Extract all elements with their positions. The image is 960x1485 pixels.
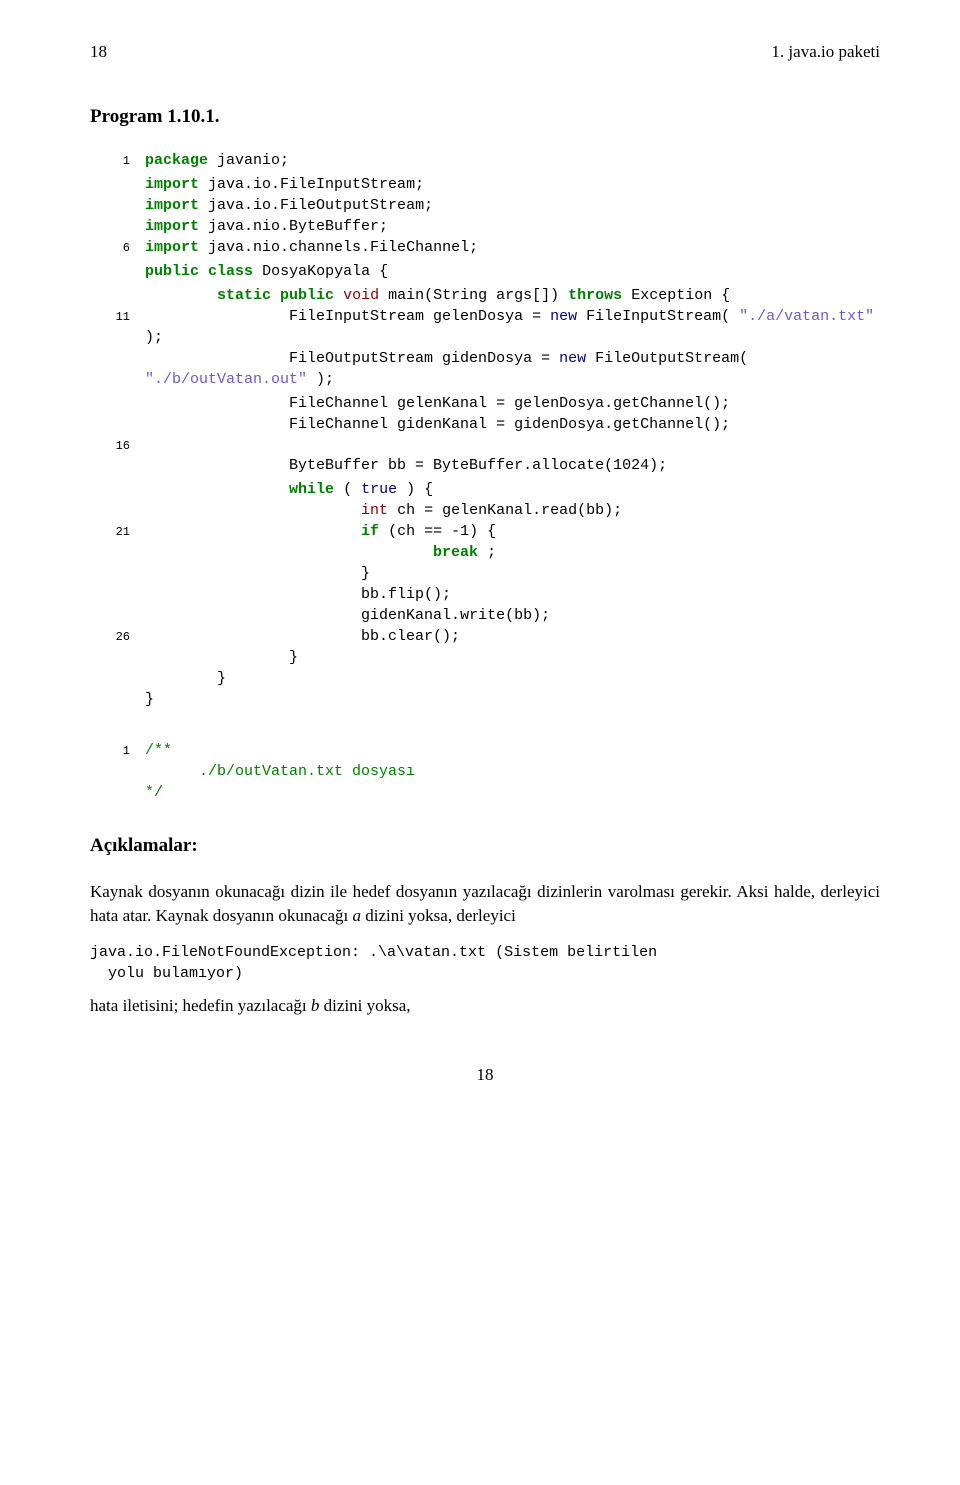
- code-text: bb.clear();: [145, 626, 460, 647]
- code-text: if (ch == -1) {: [145, 521, 496, 542]
- line-number: [90, 647, 145, 668]
- code-line: 11 FileInputStream gelenDosya = new File…: [90, 306, 880, 348]
- line-number: [90, 782, 145, 803]
- code-text: package javanio;: [145, 150, 289, 171]
- code-text: while ( true ) {: [145, 479, 433, 500]
- code-text: import java.nio.channels.FileChannel;: [145, 237, 478, 258]
- line-number: 21: [90, 521, 145, 542]
- line-number: [90, 348, 145, 390]
- code-text: FileChannel gelenKanal = gelenDosya.getC…: [145, 393, 730, 414]
- code-text: }: [145, 647, 298, 668]
- para2-text-a: hata iletisini; hedefin yazılacağı: [90, 996, 311, 1015]
- section-heading: Açıklamalar:: [90, 833, 880, 860]
- code-text: import java.io.FileOutputStream;: [145, 195, 433, 216]
- line-number: 1: [90, 150, 145, 171]
- para2-text-b: dizini yoksa,: [319, 996, 410, 1015]
- code-line: import java.nio.ByteBuffer;: [90, 216, 880, 237]
- code-line: import java.io.FileInputStream;: [90, 174, 880, 195]
- code-line: gidenKanal.write(bb);: [90, 605, 880, 626]
- line-number: [90, 542, 145, 563]
- line-number: [90, 195, 145, 216]
- line-number: 1: [90, 740, 145, 761]
- code-listing-main: 1package javanio; import java.io.FileInpu…: [90, 150, 880, 710]
- code-text: static public void main(String args[]) t…: [145, 285, 730, 306]
- paragraph-1: Kaynak dosyanın okunacağı dizin ile hede…: [90, 880, 880, 928]
- line-number: [90, 605, 145, 626]
- line-number: [90, 393, 145, 414]
- line-number: 16: [90, 435, 145, 455]
- code-listing-comment: 1/** ./b/outVatan.txt dosyası*/: [90, 740, 880, 803]
- line-number: [90, 414, 145, 435]
- code-text: public class DosyaKopyala {: [145, 261, 388, 282]
- code-line: }: [90, 647, 880, 668]
- code-line: static public void main(String args[]) t…: [90, 285, 880, 306]
- code-line: ./b/outVatan.txt dosyası: [90, 761, 880, 782]
- line-number: [90, 500, 145, 521]
- code-text: }: [145, 563, 370, 584]
- code-text: bb.flip();: [145, 584, 451, 605]
- line-number: 26: [90, 626, 145, 647]
- code-line: FileChannel gelenKanal = gelenDosya.getC…: [90, 393, 880, 414]
- code-line: break ;: [90, 542, 880, 563]
- line-number: [90, 285, 145, 306]
- page-number-bottom: 18: [90, 1063, 880, 1087]
- line-number: [90, 584, 145, 605]
- chapter-title: 1. java.io paketi: [771, 40, 880, 64]
- line-number: [90, 216, 145, 237]
- code-line: import java.io.FileOutputStream;: [90, 195, 880, 216]
- line-number: [90, 668, 145, 689]
- code-text: FileOutputStream gidenDosya = new FileOu…: [145, 348, 880, 390]
- code-line: }: [90, 563, 880, 584]
- code-text: */: [145, 782, 163, 803]
- code-line: public class DosyaKopyala {: [90, 261, 880, 282]
- code-line: }: [90, 689, 880, 710]
- code-line: 26 bb.clear();: [90, 626, 880, 647]
- code-line: 21 if (ch == -1) {: [90, 521, 880, 542]
- page-number-top: 18: [90, 40, 107, 64]
- line-number: [90, 689, 145, 710]
- error-output: java.io.FileNotFoundException: .\a\vatan…: [90, 942, 880, 984]
- code-line: }: [90, 668, 880, 689]
- code-text: ./b/outVatan.txt dosyası: [145, 761, 415, 782]
- program-title: Program 1.10.1.: [90, 104, 880, 131]
- code-text: int ch = gelenKanal.read(bb);: [145, 500, 622, 521]
- line-number: [90, 479, 145, 500]
- code-text: }: [145, 668, 226, 689]
- code-line: while ( true ) {: [90, 479, 880, 500]
- page-header: 18 1. java.io paketi: [90, 40, 880, 64]
- code-line: FileChannel gidenKanal = gidenDosya.getC…: [90, 414, 880, 435]
- code-text: ByteBuffer bb = ByteBuffer.allocate(1024…: [145, 455, 667, 476]
- paragraph-2: hata iletisini; hedefin yazılacağı b diz…: [90, 994, 880, 1018]
- code-line: ByteBuffer bb = ByteBuffer.allocate(1024…: [90, 455, 880, 476]
- code-line: bb.flip();: [90, 584, 880, 605]
- code-text: import java.nio.ByteBuffer;: [145, 216, 388, 237]
- code-text: gidenKanal.write(bb);: [145, 605, 550, 626]
- code-line: FileOutputStream gidenDosya = new FileOu…: [90, 348, 880, 390]
- code-text: import java.io.FileInputStream;: [145, 174, 424, 195]
- code-text: /**: [145, 740, 172, 761]
- line-number: [90, 761, 145, 782]
- line-number: [90, 455, 145, 476]
- line-number: [90, 261, 145, 282]
- code-line: int ch = gelenKanal.read(bb);: [90, 500, 880, 521]
- code-line: 16: [90, 435, 880, 455]
- line-number: [90, 563, 145, 584]
- code-text: break ;: [145, 542, 496, 563]
- line-number: 6: [90, 237, 145, 258]
- code-line: 1/**: [90, 740, 880, 761]
- code-text: }: [145, 689, 154, 710]
- line-number: 11: [90, 306, 145, 348]
- para1-italic: a: [352, 906, 361, 925]
- code-text: FileInputStream gelenDosya = new FileInp…: [145, 306, 880, 348]
- code-text: FileChannel gidenKanal = gidenDosya.getC…: [145, 414, 730, 435]
- code-line: 6import java.nio.channels.FileChannel;: [90, 237, 880, 258]
- code-line: */: [90, 782, 880, 803]
- line-number: [90, 174, 145, 195]
- code-line: 1package javanio;: [90, 150, 880, 171]
- para1-text-b: dizini yoksa, derleyici: [361, 906, 516, 925]
